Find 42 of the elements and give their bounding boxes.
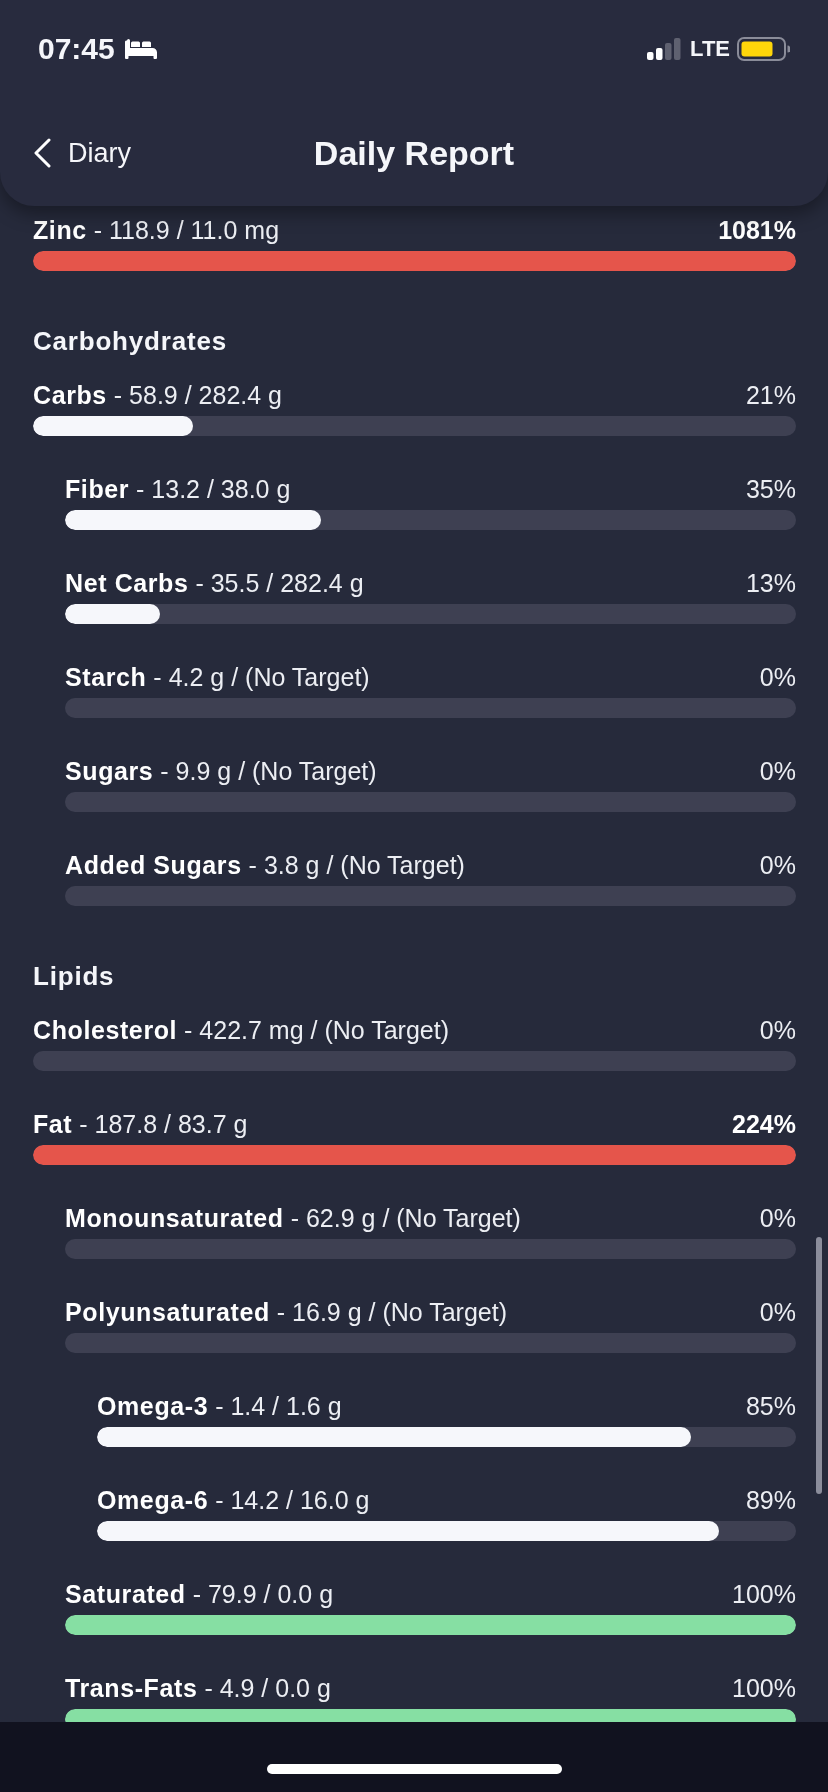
percent-value: 0% xyxy=(759,756,796,786)
scrollbar-thumb[interactable] xyxy=(816,1237,822,1494)
bed-icon xyxy=(124,39,157,59)
percent-value: 13% xyxy=(745,568,796,598)
percent-value: 0% xyxy=(759,1203,796,1233)
nutrient-label: Sugars - 9.9 g / (No Target) xyxy=(65,756,377,786)
percent-value: 0% xyxy=(759,1015,796,1045)
section-title: Lipids xyxy=(33,961,116,991)
percent-value: 0% xyxy=(759,850,796,880)
home-indicator[interactable] xyxy=(266,1764,562,1774)
percent-value: 35% xyxy=(745,474,796,504)
percent-value: 21% xyxy=(745,380,796,410)
nutrient-label: Fiber - 13.2 / 38.0 g xyxy=(65,474,291,504)
signal-icon xyxy=(647,38,682,60)
battery-icon xyxy=(737,37,790,61)
nutrient-label: Starch - 4.2 g / (No Target) xyxy=(65,662,370,692)
status-time: 07:45 xyxy=(38,31,115,67)
nutrient-label: Zinc - 118.9 / 11.0 mg xyxy=(33,215,280,245)
nutrient-label: Trans-Fats - 4.9 / 0.0 g xyxy=(65,1673,331,1703)
nutrient-label: Omega-3 - 1.4 / 1.6 g xyxy=(97,1391,342,1421)
percent-value: 100% xyxy=(732,1579,796,1609)
percent-value: 224% xyxy=(732,1109,796,1139)
nutrient-label: Carbs - 58.9 / 282.4 g xyxy=(33,380,282,410)
nutrient-label: Cholesterol - 422.7 mg / (No Target) xyxy=(33,1015,449,1045)
nutrient-label: Monounsaturated - 62.9 g / (No Target) xyxy=(65,1203,521,1233)
percent-value: 1081% xyxy=(718,215,796,245)
network-label: LTE xyxy=(690,35,730,63)
back-button[interactable]: Diary xyxy=(33,136,131,170)
nutrient-label: Fat - 187.8 / 83.7 g xyxy=(33,1109,248,1139)
percent-value: 100% xyxy=(732,1673,796,1703)
percent-value: 0% xyxy=(759,1297,796,1327)
nutrient-label: Added Sugars - 3.8 g / (No Target) xyxy=(65,850,465,880)
section-title: Carbohydrates xyxy=(33,326,228,356)
nutrient-label: Net Carbs - 35.5 / 282.4 g xyxy=(65,568,364,598)
nutrient-label: Polyunsaturated - 16.9 g / (No Target) xyxy=(65,1297,508,1327)
nutrient-label: Omega-6 - 14.2 / 16.0 g xyxy=(97,1485,370,1515)
chevron-left-icon xyxy=(33,138,51,168)
page-title: Daily Report xyxy=(313,133,515,173)
percent-value: 85% xyxy=(745,1391,796,1421)
percent-value: 0% xyxy=(759,662,796,692)
nutrient-label: Saturated - 79.9 / 0.0 g xyxy=(65,1579,334,1609)
percent-value: 89% xyxy=(745,1485,796,1515)
